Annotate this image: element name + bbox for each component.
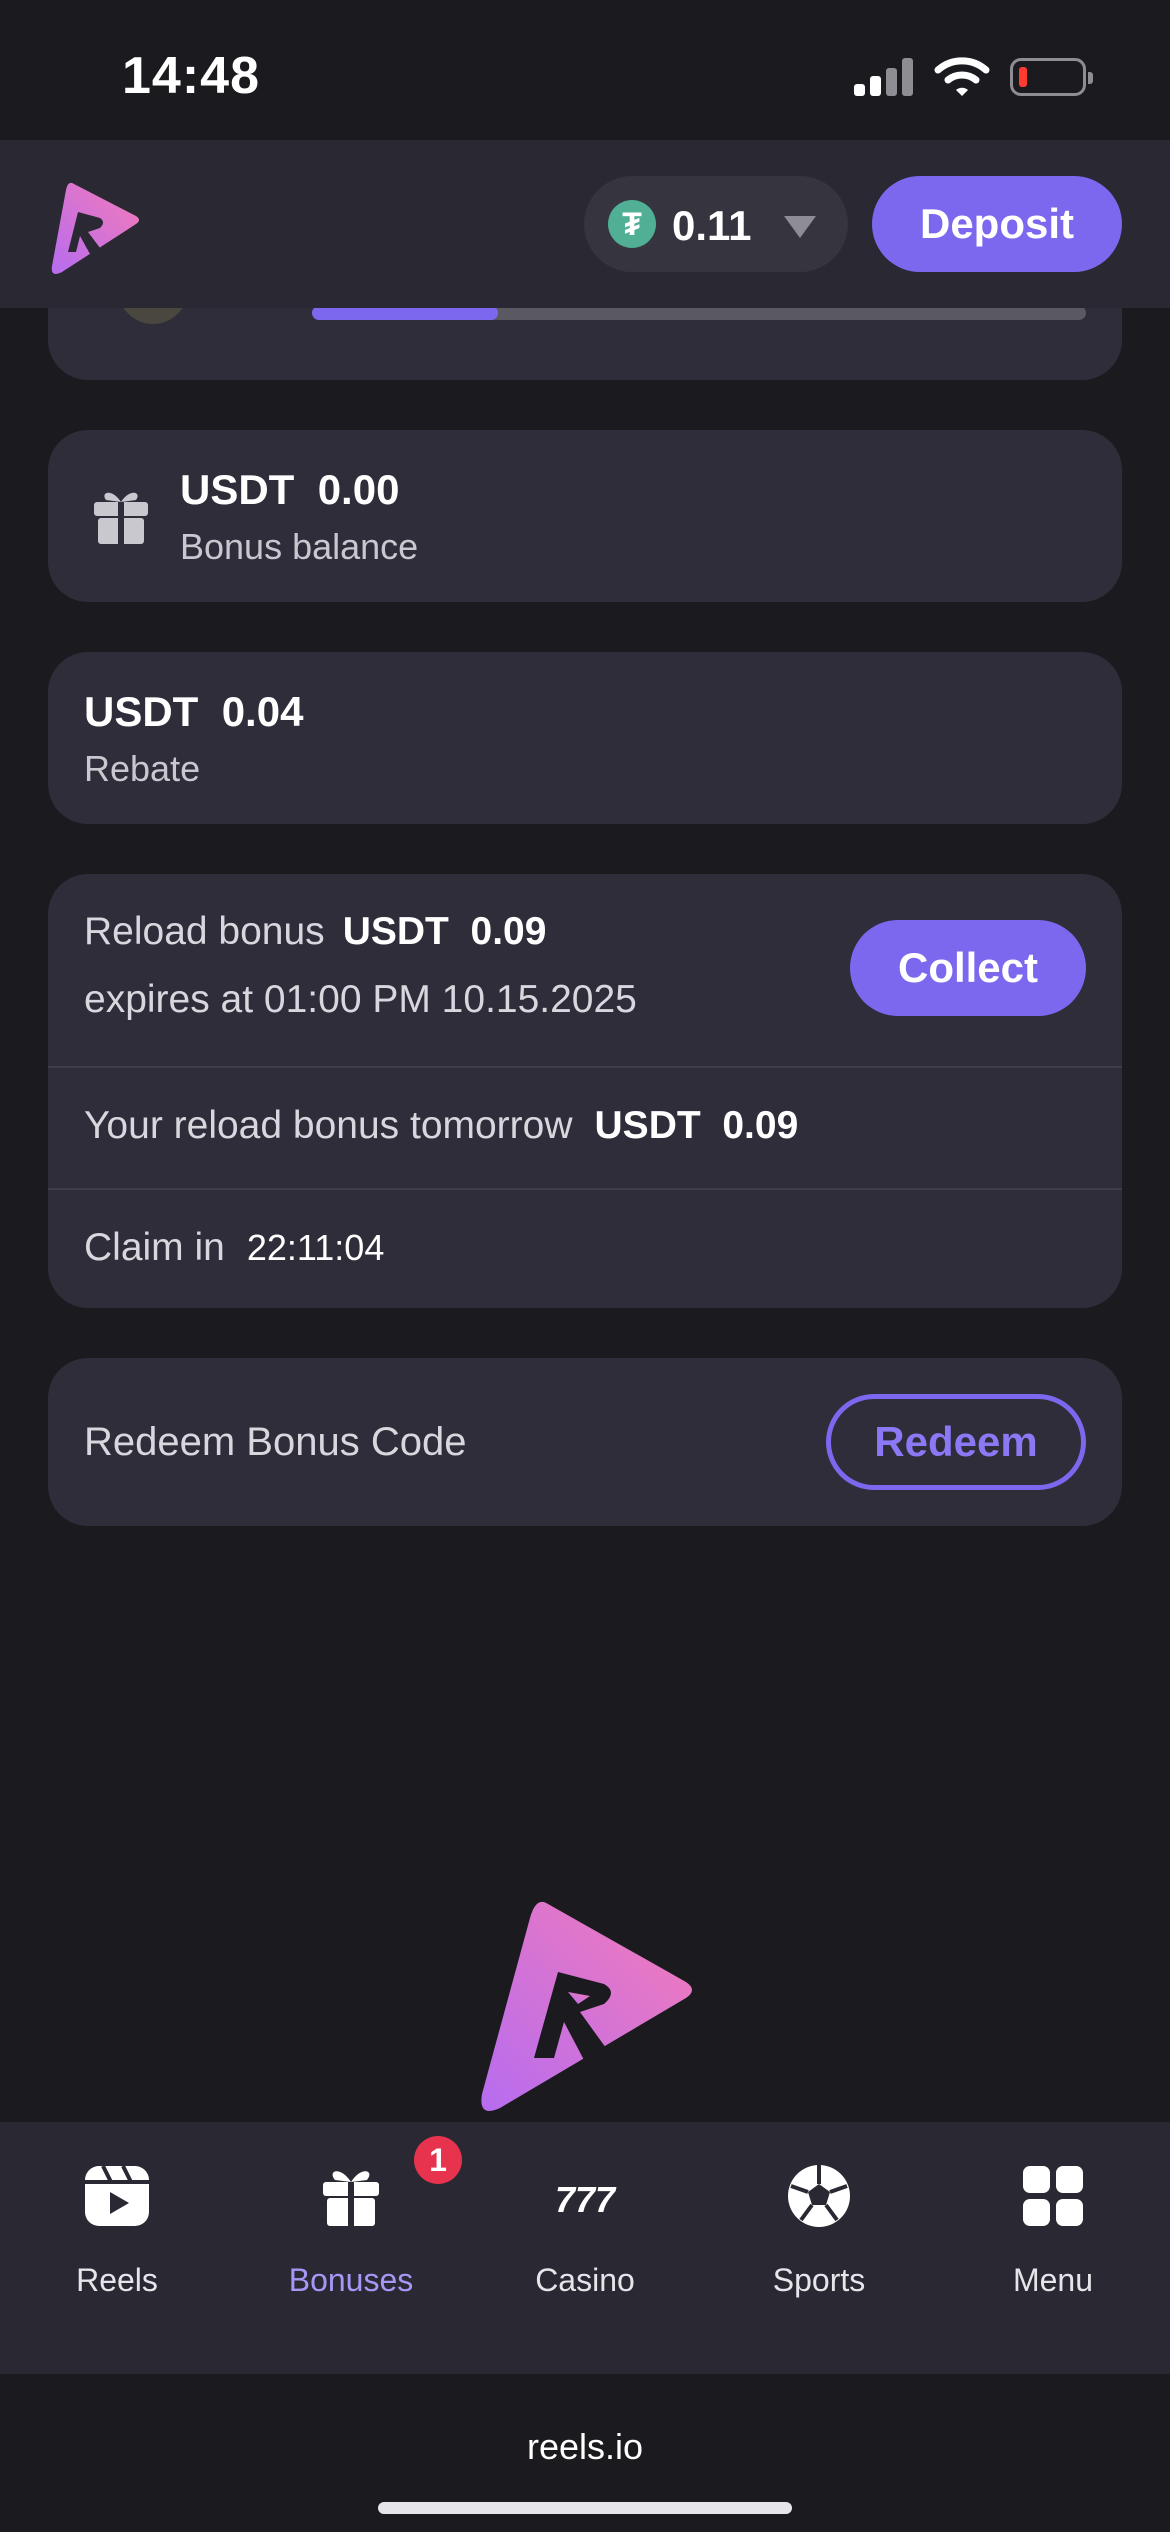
status-bar: 14:48 <box>0 0 1170 140</box>
tomorrow-bonus-row: Your reload bonus tomorrow USDT 0.09 <box>84 1104 798 1148</box>
bonus-balance-amount: USDT 0.00 <box>180 466 399 514</box>
tether-icon: ₮ <box>608 200 656 248</box>
reels-logo-icon[interactable] <box>44 178 144 278</box>
claim-label: Claim in <box>84 1226 225 1269</box>
reload-bonus-expiry: expires at 01:00 PM 10.15.2025 <box>84 978 637 1021</box>
tomorrow-bonus-currency: USDT <box>594 1104 701 1147</box>
rebate-label: Rebate <box>84 748 201 789</box>
status-time: 14:48 <box>122 47 260 105</box>
home-indicator[interactable] <box>378 2502 792 2514</box>
rebate-currency: USDT <box>84 688 199 735</box>
redeem-button[interactable]: Redeem <box>826 1394 1086 1490</box>
divider <box>48 1188 1122 1190</box>
bonus-balance-value: 0.00 <box>317 466 400 513</box>
claim-timer: 22:11:04 <box>246 1227 385 1268</box>
nav-item-menu[interactable]: Menu <box>936 2162 1170 2302</box>
bonus-balance-card: USDT 0.00 Bonus balance <box>48 430 1122 602</box>
reload-bonus-currency: USDT <box>342 910 449 953</box>
tomorrow-bonus-amount: 0.09 <box>722 1104 799 1147</box>
caret-down-icon <box>784 216 816 238</box>
url-text[interactable]: reels.io <box>0 2426 1170 2468</box>
nav-item-casino[interactable]: 777 Casino <box>468 2162 702 2302</box>
battery-icon <box>1010 58 1093 96</box>
bottom-navigation: Reels Bonuses 1 777 Casino Sports Menu <box>0 2122 1170 2374</box>
redeem-code-card: Redeem Bonus Code Redeem <box>48 1358 1122 1526</box>
collect-button[interactable]: Collect <box>850 920 1086 1016</box>
claim-countdown-row: Claim in 22:11:04 <box>84 1226 384 1270</box>
level-progress-fill <box>312 306 498 320</box>
reels-play-icon <box>85 2165 149 2226</box>
level-progress-bar <box>312 306 1086 320</box>
top-header: ₮ 0.11 Deposit <box>0 140 1170 308</box>
reload-bonus-amount: 0.09 <box>470 910 547 953</box>
bonus-balance-label: Bonus balance <box>180 526 419 567</box>
bonus-balance-currency: USDT <box>180 466 295 513</box>
gift-icon <box>323 2171 379 2226</box>
balance-selector[interactable]: ₮ 0.11 <box>584 176 848 272</box>
grid-menu-icon <box>1023 2166 1083 2226</box>
nav-label-bonuses: Bonuses <box>288 2262 414 2298</box>
notification-badge: 1 <box>414 2136 462 2184</box>
nav-label-sports: Sports <box>772 2262 866 2298</box>
slot-777-icon: 777 <box>555 2179 617 2220</box>
browser-url-bar: reels.io <box>0 2374 1170 2532</box>
nav-item-sports[interactable]: Sports <box>702 2162 936 2302</box>
nav-label-menu: Menu <box>1012 2262 1094 2298</box>
nav-label-casino: Casino <box>535 2262 635 2298</box>
rebate-card: USDT 0.04 Rebate <box>48 652 1122 824</box>
reload-bonus-label: Reload bonus <box>84 910 325 953</box>
svg-text:777: 777 <box>555 2179 617 2220</box>
soccer-ball-icon <box>788 2165 850 2227</box>
gift-icon <box>94 492 148 544</box>
cellular-signal-icon <box>854 58 914 96</box>
nav-label-reels: Reels <box>76 2262 158 2298</box>
deposit-button[interactable]: Deposit <box>872 176 1122 272</box>
reload-bonus-card: Reload bonus USDT 0.09 expires at 01:00 P… <box>48 874 1122 1308</box>
balance-value: 0.11 <box>672 202 752 249</box>
rebate-value: 0.04 <box>221 688 304 735</box>
wifi-icon <box>934 57 990 96</box>
nav-item-reels[interactable]: Reels <box>0 2162 234 2302</box>
reels-logo-large-icon <box>481 1901 692 2111</box>
rebate-amount: USDT 0.04 <box>84 688 303 736</box>
tomorrow-bonus-label: Your reload bonus tomorrow <box>84 1104 573 1147</box>
reload-bonus-row: Reload bonus USDT 0.09 <box>84 910 546 954</box>
divider <box>48 1066 1122 1068</box>
redeem-code-label: Redeem Bonus Code <box>84 1420 467 1464</box>
